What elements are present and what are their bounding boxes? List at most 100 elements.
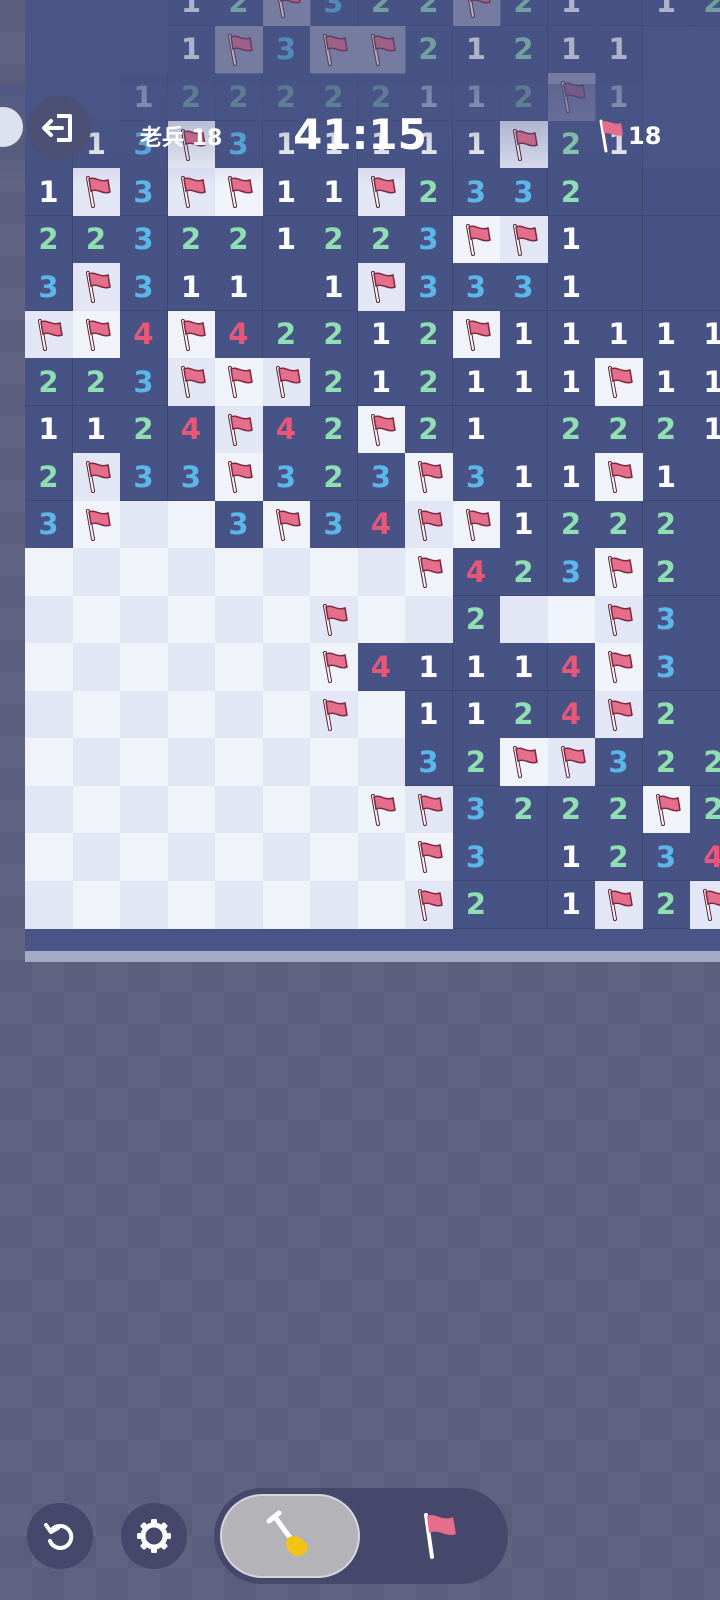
flagged-cell[interactable] xyxy=(215,25,263,74)
number-cell[interactable]: 1 xyxy=(500,643,548,691)
number-cell[interactable]: 3 xyxy=(262,25,311,74)
flagged-cell[interactable] xyxy=(405,500,453,549)
number-cell[interactable]: 2 xyxy=(690,738,720,786)
number-cell[interactable]: 1 xyxy=(642,358,691,406)
flagged-cell[interactable] xyxy=(215,405,263,454)
hidden-cell[interactable] xyxy=(72,738,121,786)
flagged-cell[interactable] xyxy=(595,595,643,644)
revealed-empty-cell[interactable] xyxy=(595,215,643,264)
hidden-cell[interactable] xyxy=(215,785,263,834)
number-cell[interactable]: 1 xyxy=(500,358,548,406)
hidden-cell[interactable] xyxy=(72,880,121,929)
hidden-cell[interactable] xyxy=(500,595,548,644)
hidden-cell[interactable] xyxy=(120,548,168,596)
hidden-cell[interactable] xyxy=(262,833,311,881)
number-cell[interactable]: 3 xyxy=(405,738,453,786)
number-cell[interactable]: 3 xyxy=(405,215,453,264)
hidden-cell[interactable] xyxy=(167,595,216,644)
number-cell[interactable]: 3 xyxy=(262,453,311,501)
flagged-cell[interactable] xyxy=(357,785,406,834)
hidden-cell[interactable] xyxy=(25,833,73,881)
number-cell[interactable]: 3 xyxy=(452,263,501,311)
flagged-cell[interactable] xyxy=(595,643,643,691)
number-cell[interactable]: 3 xyxy=(167,453,216,501)
number-cell[interactable]: 2 xyxy=(405,0,453,26)
undo-button[interactable] xyxy=(27,1503,93,1569)
number-cell[interactable]: 2 xyxy=(642,405,691,454)
hidden-cell[interactable] xyxy=(262,643,311,691)
number-cell[interactable]: 2 xyxy=(310,310,358,359)
hidden-cell[interactable] xyxy=(310,785,358,834)
number-cell[interactable]: 3 xyxy=(642,643,691,691)
hidden-cell[interactable] xyxy=(357,738,406,786)
flagged-cell[interactable] xyxy=(357,263,406,311)
number-cell[interactable]: 2 xyxy=(500,0,548,26)
hidden-cell[interactable] xyxy=(310,880,358,929)
flagged-cell[interactable] xyxy=(405,548,453,596)
flagged-cell[interactable] xyxy=(167,358,216,406)
number-cell[interactable]: 2 xyxy=(310,215,358,264)
number-cell[interactable]: 3 xyxy=(595,738,643,786)
number-cell[interactable]: 3 xyxy=(452,453,501,501)
revealed-empty-cell[interactable] xyxy=(690,263,720,311)
number-cell[interactable]: 4 xyxy=(547,643,596,691)
number-cell[interactable]: 2 xyxy=(310,405,358,454)
hidden-cell[interactable] xyxy=(262,785,311,834)
hidden-cell[interactable] xyxy=(167,785,216,834)
number-cell[interactable]: 2 xyxy=(72,215,121,264)
hidden-cell[interactable] xyxy=(120,880,168,929)
hidden-cell[interactable] xyxy=(262,880,311,929)
flagged-cell[interactable] xyxy=(262,500,311,549)
number-cell[interactable]: 3 xyxy=(642,833,691,881)
number-cell[interactable]: 1 xyxy=(500,310,548,359)
hidden-cell[interactable] xyxy=(72,785,121,834)
hidden-cell[interactable] xyxy=(120,500,168,549)
flagged-cell[interactable] xyxy=(167,310,216,359)
number-cell[interactable]: 3 xyxy=(25,500,73,549)
number-cell[interactable]: 2 xyxy=(405,310,453,359)
hidden-cell[interactable] xyxy=(310,548,358,596)
hidden-cell[interactable] xyxy=(167,690,216,739)
number-cell[interactable]: 2 xyxy=(405,405,453,454)
hidden-cell[interactable] xyxy=(167,738,216,786)
number-cell[interactable]: 1 xyxy=(547,880,596,929)
number-cell[interactable]: 2 xyxy=(262,310,311,359)
revealed-empty-cell[interactable] xyxy=(595,263,643,311)
number-cell[interactable]: 2 xyxy=(500,785,548,834)
number-cell[interactable]: 2 xyxy=(595,405,643,454)
number-cell[interactable]: 2 xyxy=(357,0,406,26)
number-cell[interactable]: 2 xyxy=(357,215,406,264)
hidden-cell[interactable] xyxy=(72,833,121,881)
flagged-cell[interactable] xyxy=(405,833,453,881)
hidden-cell[interactable] xyxy=(215,595,263,644)
hidden-cell[interactable] xyxy=(25,738,73,786)
flagged-cell[interactable] xyxy=(452,215,501,264)
hidden-cell[interactable] xyxy=(215,548,263,596)
number-cell[interactable]: 2 xyxy=(690,785,720,834)
hidden-cell[interactable] xyxy=(25,595,73,644)
number-cell[interactable]: 3 xyxy=(120,215,168,264)
number-cell[interactable]: 3 xyxy=(120,358,168,406)
flagged-cell[interactable] xyxy=(357,405,406,454)
flagged-cell[interactable] xyxy=(452,500,501,549)
hidden-cell[interactable] xyxy=(262,690,311,739)
number-cell[interactable]: 2 xyxy=(642,880,691,929)
number-cell[interactable]: 3 xyxy=(452,785,501,834)
hidden-cell[interactable] xyxy=(357,690,406,739)
number-cell[interactable]: 3 xyxy=(405,263,453,311)
hidden-cell[interactable] xyxy=(547,595,596,644)
flagged-cell[interactable] xyxy=(72,453,121,501)
flagged-cell[interactable] xyxy=(215,453,263,501)
flagged-cell[interactable] xyxy=(500,215,548,264)
revealed-empty-cell[interactable] xyxy=(595,0,643,26)
number-cell[interactable]: 3 xyxy=(120,263,168,311)
number-cell[interactable]: 4 xyxy=(215,310,263,359)
flagged-cell[interactable] xyxy=(595,453,643,501)
hidden-cell[interactable] xyxy=(72,643,121,691)
number-cell[interactable]: 2 xyxy=(452,595,501,644)
number-cell[interactable]: 1 xyxy=(595,310,643,359)
number-cell[interactable]: 1 xyxy=(642,310,691,359)
number-cell[interactable]: 3 xyxy=(120,453,168,501)
number-cell[interactable]: 1 xyxy=(167,263,216,311)
number-cell[interactable]: 2 xyxy=(690,0,720,26)
